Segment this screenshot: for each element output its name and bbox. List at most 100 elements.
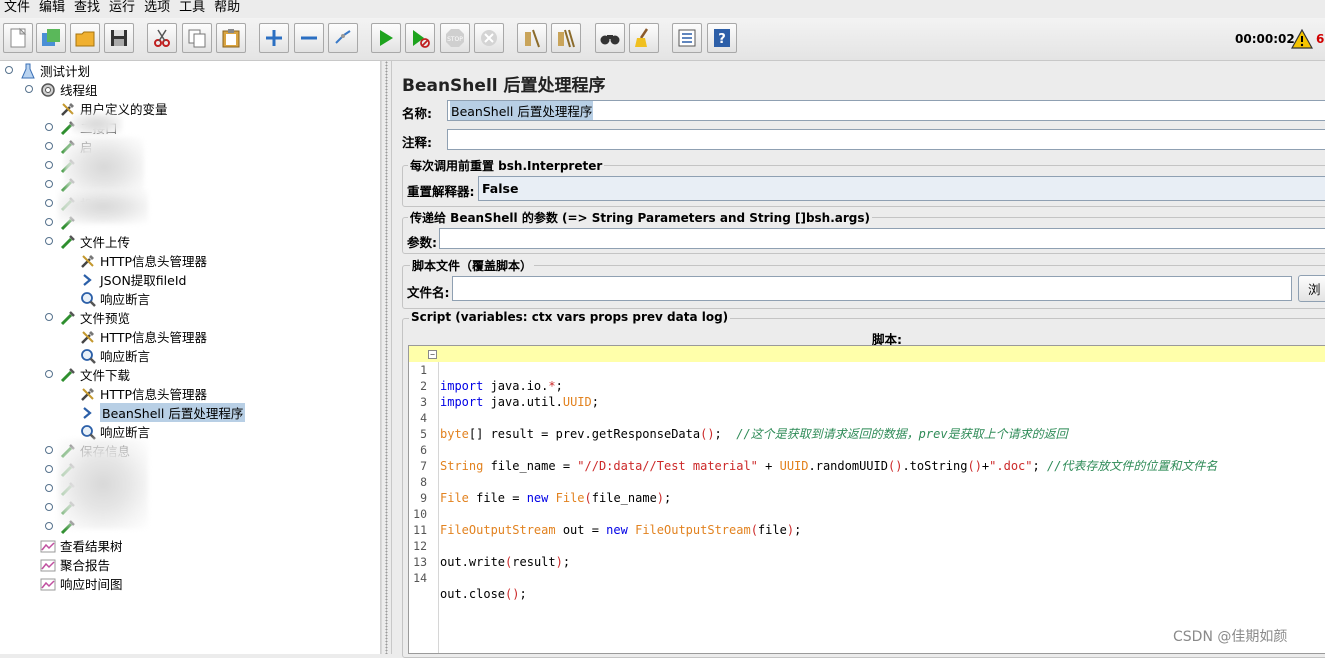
code-line: 4 byte[] result = prev.getResponseData()… [409, 394, 1325, 441]
save-button[interactable] [104, 23, 134, 53]
redaction-blur [58, 189, 148, 224]
copy-button[interactable] [182, 23, 212, 53]
menu-file[interactable]: 文件 [0, 0, 35, 18]
tree-node[interactable]: 文件上传 [44, 232, 130, 251]
reset-value: False [482, 181, 519, 196]
warning-icon[interactable] [1291, 29, 1313, 49]
code-line: 1− import java.io.*; [409, 346, 1325, 393]
tree-toggle[interactable] [45, 446, 53, 454]
flask-icon [19, 62, 37, 80]
watermark: CSDN @佳期如颜 [1173, 629, 1288, 645]
tree-toggle[interactable] [5, 66, 13, 74]
magnifier-icon [79, 347, 97, 365]
code-line: 9 [409, 474, 1325, 505]
code-line: 2 import java.util.UUID; [409, 362, 1325, 409]
tree-toggle[interactable] [45, 199, 53, 207]
open-button[interactable] [70, 23, 100, 53]
menu-search[interactable]: 查找 [70, 0, 105, 18]
collapse-button[interactable] [294, 23, 324, 53]
menu-tools[interactable]: 工具 [175, 0, 210, 18]
code-line: 6 String file_name = "//D:data//Test mat… [409, 426, 1325, 473]
browse-button[interactable]: 浏 [1298, 275, 1325, 302]
tree-node[interactable]: HTTP信息头管理器 [64, 327, 207, 346]
clear-button[interactable] [517, 23, 547, 53]
tree-label: 文件上传 [80, 235, 131, 250]
tree-toggle[interactable] [45, 237, 53, 245]
toggle-button[interactable] [328, 23, 358, 53]
tree-node[interactable]: HTTP信息头管理器 [64, 251, 207, 270]
parameters-field[interactable] [439, 228, 1325, 249]
paste-button[interactable] [216, 23, 246, 53]
collapse-icon [301, 36, 317, 40]
new-button[interactable] [3, 23, 33, 53]
toggle-icon [335, 30, 351, 44]
tree-node[interactable]: BeanShell 后置处理程序 [64, 403, 246, 422]
menu-options[interactable]: 选项 [140, 0, 175, 18]
tree-toggle[interactable] [45, 313, 53, 321]
tree-node[interactable]: 文件预览 [44, 308, 130, 327]
new-icon [10, 27, 27, 48]
split-pane-divider[interactable] [381, 61, 392, 654]
script-editor[interactable]: 1− import java.io.*; 2 import java.util.… [408, 345, 1325, 654]
tree-toggle[interactable] [45, 123, 53, 131]
menu-run[interactable]: 运行 [105, 0, 140, 18]
reset-search-button[interactable] [629, 23, 659, 53]
search-button[interactable] [595, 23, 625, 53]
start-icon [380, 30, 393, 46]
tree-toggle[interactable] [45, 522, 53, 530]
clear-icon [525, 29, 540, 48]
search-icon [600, 35, 620, 45]
save-icon [111, 30, 127, 46]
name-field[interactable]: BeanShell 后置处理程序 [447, 100, 1325, 121]
cut-icon [154, 29, 170, 47]
name-value: BeanShell 后置处理程序 [450, 101, 594, 120]
tree-toggle[interactable] [45, 218, 53, 226]
tree-node[interactable]: 响应断言 [64, 289, 150, 308]
menu-edit[interactable]: 编辑 [35, 0, 70, 18]
tree-node[interactable]: 响应断言 [64, 346, 150, 365]
tree-node-thread-group[interactable]: 线程组 [24, 80, 98, 99]
menu-bar: 文件 编辑 查找 运行 选项 工具 帮助 [0, 0, 1325, 18]
tree-label: 聚合报告 [60, 558, 111, 573]
help-button[interactable]: ? [707, 23, 737, 53]
tree-node[interactable]: 聚合报告 [24, 555, 110, 574]
test-plan-tree: 测试计划 线程组 用户定义的变量二接口启机关文件上传HTTP信息头管理器JSON… [0, 61, 381, 654]
script-group-title: Script (variables: ctx vars props prev d… [409, 310, 731, 324]
tree-toggle[interactable] [45, 142, 53, 150]
tree-node[interactable]: 响应时间图 [24, 574, 123, 593]
tree-toggle[interactable] [45, 484, 53, 492]
menu-help[interactable]: 帮助 [210, 0, 245, 18]
tree-toggle[interactable] [45, 465, 53, 473]
start-no-pause-button[interactable] [405, 23, 435, 53]
tree-toggle[interactable] [25, 85, 33, 93]
tree-toggle[interactable] [45, 503, 53, 511]
shutdown-button[interactable] [474, 23, 504, 53]
code-line: 14 out.close(); [409, 554, 1325, 601]
browse-label: 浏 [1308, 282, 1321, 297]
comment-field[interactable] [447, 129, 1325, 150]
tree-node[interactable]: 文件下载 [44, 365, 130, 384]
wrench-icon [79, 385, 97, 403]
magnifier-icon [79, 290, 97, 308]
stop-button[interactable]: STOP [440, 23, 470, 53]
cut-button[interactable] [147, 23, 177, 53]
tree-toggle[interactable] [45, 370, 53, 378]
tree-node[interactable]: 查看结果树 [24, 536, 123, 555]
expand-button[interactable] [259, 23, 289, 53]
svg-text:?: ? [718, 32, 726, 47]
templates-button[interactable] [36, 23, 66, 53]
tree-toggle[interactable] [45, 161, 53, 169]
clear-all-button[interactable] [551, 23, 581, 53]
params-label: 参数: [407, 235, 437, 250]
start-button[interactable] [371, 23, 401, 53]
tree-toggle[interactable] [45, 180, 53, 188]
function-helper-button[interactable] [672, 23, 702, 53]
listener-icon [39, 556, 57, 574]
tree-node-test-plan[interactable]: 测试计划 [4, 61, 90, 80]
tree-node[interactable]: JSON提取fileId [64, 270, 186, 289]
reset-interpreter-select[interactable]: False [478, 176, 1325, 201]
filename-field[interactable] [452, 276, 1292, 301]
tree-node[interactable]: HTTP信息头管理器 [64, 384, 207, 403]
tree-label: JSON提取fileId [100, 273, 187, 288]
fold-icon[interactable]: − [428, 350, 437, 359]
